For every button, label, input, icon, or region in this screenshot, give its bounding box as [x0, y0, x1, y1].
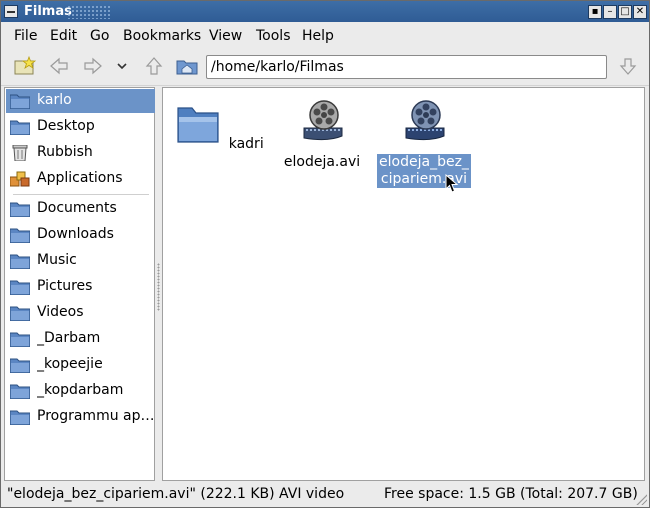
file-view[interactable]: kadri elodeja.avi elodeja_bez_ cipariem.…: [162, 87, 645, 481]
history-dropdown-button[interactable]: [114, 56, 130, 78]
folder-icon: [10, 202, 30, 217]
selection-info: "elodeja_bez_cipariem.avi" (222.1 KB) AV…: [7, 486, 345, 502]
up-arrow-icon: [145, 57, 163, 75]
file-name-line1: elodeja_bez_: [379, 154, 469, 170]
go-button[interactable]: [615, 56, 641, 78]
menu-tools[interactable]: Tools: [256, 28, 291, 44]
resize-grip[interactable]: [635, 493, 647, 505]
sidebar-item-label: _kopeejie: [37, 356, 103, 372]
file-item-kadri[interactable]: kadri: [173, 100, 267, 153]
file-name: kadri: [228, 136, 264, 152]
sidebar-item-label: _Darbam: [37, 330, 101, 346]
menu-bar: File Edit Go Bookmarks View Tools Help: [1, 23, 649, 48]
status-bar: "elodeja_bez_cipariem.avi" (222.1 KB) AV…: [1, 483, 649, 507]
free-space-info: Free space: 1.5 GB (Total: 207.7 GB): [384, 486, 638, 502]
title-decoration: [67, 5, 111, 19]
chevron-down-icon: [117, 63, 127, 70]
sidebar-item-downloads[interactable]: Downloads: [6, 223, 155, 247]
sidebar-item-applications[interactable]: Applications: [6, 167, 155, 191]
sidebar-item-label: karlo: [37, 92, 72, 108]
menu-edit[interactable]: Edit: [50, 28, 77, 44]
sidebar-item-kopdarbam[interactable]: _kopdarbam: [6, 379, 155, 403]
sidebar-item-label: Desktop: [37, 118, 95, 134]
video-file-icon: [405, 100, 445, 141]
folder-icon: [10, 358, 30, 373]
go-arrow-icon: [619, 58, 637, 75]
file-item-elodeja-avi[interactable]: elodeja.avi: [275, 98, 369, 171]
sidebar-item-label: Rubbish: [37, 144, 93, 160]
sidebar-item-music[interactable]: Music: [6, 249, 155, 273]
sidebar-item-label: Downloads: [37, 226, 114, 242]
new-folder-icon: [14, 55, 37, 75]
pane-resize-handle[interactable]: [157, 263, 160, 311]
folder-icon: [10, 332, 30, 347]
minimize-button[interactable]: –: [603, 5, 617, 19]
menu-go[interactable]: Go: [90, 28, 109, 44]
folder-icon: [10, 120, 30, 135]
sidebar-item-darbam[interactable]: _Darbam: [6, 327, 155, 351]
applications-icon: [10, 171, 30, 187]
sidebar-item-label: Programmu ap…: [37, 408, 153, 424]
sidebar-separator: [13, 194, 149, 195]
folder-icon: [10, 280, 30, 295]
up-button[interactable]: [142, 56, 166, 78]
places-sidebar: karlo Desktop Rubbish Applications Docum…: [4, 87, 155, 481]
sidebar-item-label: Pictures: [37, 278, 93, 294]
menu-bookmarks[interactable]: Bookmarks: [123, 28, 201, 44]
home-folder-icon: [176, 60, 198, 75]
trash-icon: [12, 145, 28, 161]
forward-button[interactable]: [81, 56, 105, 78]
file-name: elodeja.avi: [283, 154, 361, 170]
back-button[interactable]: [47, 56, 71, 78]
folder-icon: [10, 254, 30, 269]
sidebar-item-videos[interactable]: Videos: [6, 301, 155, 325]
sidebar-item-desktop[interactable]: Desktop: [6, 115, 155, 139]
window-title: Filmas: [24, 4, 72, 19]
sidebar-item-pictures[interactable]: Pictures: [6, 275, 155, 299]
sidebar-item-label: Applications: [37, 170, 123, 186]
home-button[interactable]: [175, 56, 199, 78]
folder-icon: [177, 107, 219, 143]
sidebar-item-label: Videos: [37, 304, 84, 320]
shade-button[interactable]: ▪: [588, 5, 602, 19]
back-arrow-icon: [50, 57, 68, 75]
location-input[interactable]: /home/karlo/Filmas: [206, 55, 607, 79]
title-bar[interactable]: Filmas ▪ – □ ✕: [1, 1, 649, 22]
sidebar-item-documents[interactable]: Documents: [6, 197, 155, 221]
close-button[interactable]: ✕: [633, 5, 647, 19]
sidebar-item-label: Music: [37, 252, 77, 268]
window-menu-button[interactable]: [4, 5, 18, 18]
file-manager-window: Filmas ▪ – □ ✕ File Edit Go Bookmarks Vi…: [0, 0, 650, 508]
forward-arrow-icon: [84, 57, 102, 75]
menu-file[interactable]: File: [14, 28, 37, 44]
folder-icon: [10, 410, 30, 425]
menu-view[interactable]: View: [209, 28, 242, 44]
sidebar-item-programmu[interactable]: Programmu ap…: [6, 405, 155, 429]
sidebar-item-kopeejie[interactable]: _kopeejie: [6, 353, 155, 377]
maximize-button[interactable]: □: [618, 5, 632, 19]
mouse-pointer-icon: [445, 174, 459, 193]
video-file-icon: [303, 100, 343, 141]
sidebar-item-label: Documents: [37, 200, 117, 216]
sidebar-item-karlo[interactable]: karlo: [6, 89, 155, 113]
home-folder-icon: [10, 94, 30, 109]
folder-icon: [10, 306, 30, 321]
sidebar-item-label: _kopdarbam: [37, 382, 124, 398]
toolbar: /home/karlo/Filmas: [1, 49, 649, 86]
new-folder-button[interactable]: [13, 55, 37, 78]
sidebar-item-rubbish[interactable]: Rubbish: [6, 141, 155, 165]
folder-icon: [10, 228, 30, 243]
menu-help[interactable]: Help: [302, 28, 334, 44]
folder-icon: [10, 384, 30, 399]
